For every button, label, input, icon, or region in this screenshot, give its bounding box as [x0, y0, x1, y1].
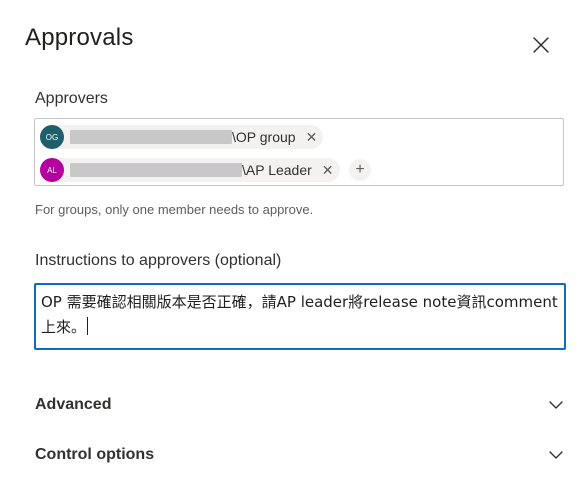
- add-approver-button[interactable]: +: [349, 159, 371, 181]
- close-icon: [533, 37, 549, 53]
- control-options-section-toggle[interactable]: Control options: [35, 440, 565, 470]
- redacted-name: [70, 163, 242, 177]
- persona-name-suffix: \AP Leader: [242, 162, 312, 178]
- remove-approver-button[interactable]: ✕: [322, 163, 334, 177]
- avatar: AL: [40, 158, 64, 182]
- chevron-down-icon: [547, 396, 565, 414]
- approvers-helper-text: For groups, only one member needs to app…: [35, 202, 314, 217]
- approver-persona-op-group[interactable]: OG \OP group ✕: [40, 125, 324, 149]
- control-options-label: Control options: [35, 446, 155, 463]
- instructions-textarea[interactable]: OP 需要確認相關版本是否正確，請AP leader將release note資…: [34, 283, 566, 350]
- instructions-label: Instructions to approvers (optional): [35, 252, 282, 269]
- chevron-down-icon: [547, 446, 565, 464]
- approvers-label: Approvers: [35, 90, 108, 107]
- remove-approver-button[interactable]: ✕: [306, 130, 318, 144]
- instructions-text: OP 需要確認相關版本是否正確，請AP leader將release note資…: [41, 293, 558, 336]
- text-caret: [87, 317, 89, 335]
- advanced-label: Advanced: [35, 396, 112, 413]
- persona-name-suffix: \OP group: [232, 129, 296, 145]
- advanced-section-toggle[interactable]: Advanced: [35, 390, 565, 420]
- approvers-picker[interactable]: OG \OP group ✕ AL \AP Leader ✕ +: [34, 118, 564, 186]
- close-button[interactable]: [528, 32, 554, 58]
- avatar: OG: [40, 125, 64, 149]
- redacted-name: [70, 130, 232, 144]
- panel-title: Approvals: [25, 24, 134, 51]
- approver-persona-ap-leader[interactable]: AL \AP Leader ✕: [40, 158, 340, 182]
